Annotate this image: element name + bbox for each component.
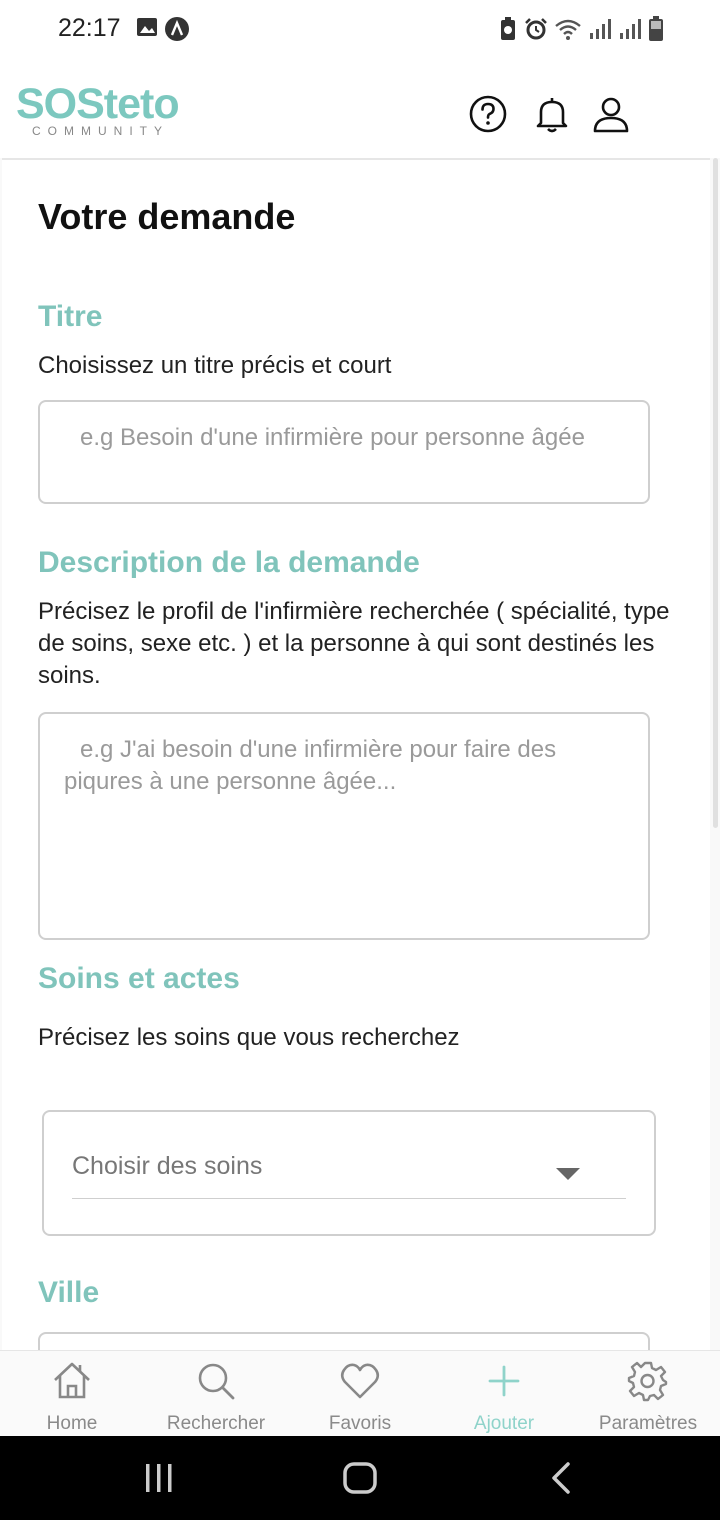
help-button[interactable]	[466, 92, 510, 136]
titre-placeholder: e.g Besoin d'une infirmière pour personn…	[80, 424, 585, 451]
titre-label: Titre	[38, 300, 103, 333]
scrollbar[interactable]	[713, 158, 718, 828]
system-nav-bar	[0, 1436, 720, 1520]
signal-icon	[620, 19, 641, 39]
nav-favorites[interactable]: Favoris	[288, 1351, 432, 1437]
soins-select[interactable]: Choisir des soins	[42, 1110, 656, 1236]
chevron-down-icon	[556, 1168, 580, 1180]
nav-favorites-label: Favoris	[328, 1413, 392, 1434]
soins-label: Soins et actes	[38, 962, 240, 995]
notifications-button[interactable]	[530, 92, 574, 136]
app-header: SOSteto COMMUNITY	[0, 60, 720, 158]
logo-subtext: COMMUNITY	[32, 124, 169, 138]
nav-search[interactable]: Rechercher	[144, 1351, 288, 1437]
bell-icon	[536, 98, 568, 133]
gear-icon	[627, 1361, 668, 1402]
nav-settings[interactable]: Paramètres	[576, 1351, 720, 1437]
signal-icon	[590, 19, 611, 39]
description-hint: Précisez le profil de l'infirmière reche…	[38, 598, 670, 689]
battery-icon	[649, 16, 663, 41]
app-icon	[164, 16, 190, 47]
description-label: Description de la demande	[38, 546, 420, 579]
status-icons	[498, 16, 664, 42]
ville-label: Ville	[38, 1276, 100, 1309]
logo[interactable]: SOSteto COMMUNITY	[16, 80, 180, 138]
back-icon[interactable]	[546, 1460, 576, 1496]
plus-icon	[488, 1365, 520, 1397]
titre-hint: Choisissez un titre précis et court	[38, 352, 392, 379]
battery-saver-icon	[501, 17, 515, 40]
nav-home[interactable]: Home	[0, 1351, 144, 1437]
select-underline	[72, 1198, 626, 1199]
description-textarea[interactable]: e.g J'ai besoin d'une infirmière pour fa…	[38, 712, 650, 940]
nav-search-label: Rechercher	[166, 1413, 266, 1434]
bottom-nav: Home Rechercher Favoris Ajouter Paramètr…	[0, 1350, 720, 1436]
logo-text: SOSteto	[16, 80, 180, 128]
nav-settings-label: Paramètres	[598, 1413, 698, 1434]
request-form: Votre demande Titre Choisissez un titre …	[2, 158, 710, 1372]
user-icon	[593, 97, 629, 133]
image-icon	[136, 16, 158, 43]
page-title: Votre demande	[38, 196, 296, 237]
nav-add[interactable]: Ajouter	[432, 1351, 576, 1437]
nav-home-label: Home	[46, 1413, 98, 1434]
description-placeholder: e.g J'ai besoin d'une infirmière pour fa…	[64, 736, 557, 795]
content-area: Votre demande Titre Choisissez un titre …	[0, 158, 720, 1372]
titre-input[interactable]: e.g Besoin d'une infirmière pour personn…	[38, 400, 650, 504]
home-nav-icon[interactable]	[340, 1460, 380, 1496]
soins-hint: Précisez les soins que vous recherchez	[38, 1024, 460, 1051]
home-icon	[54, 1362, 90, 1399]
status-time: 22:17	[58, 14, 121, 42]
alarm-icon	[525, 18, 547, 40]
search-icon	[198, 1363, 235, 1400]
help-icon	[469, 95, 507, 133]
wifi-icon	[555, 19, 581, 40]
nav-add-label: Ajouter	[473, 1413, 535, 1434]
status-bar: 22:17	[0, 0, 720, 60]
soins-select-placeholder: Choisir des soins	[72, 1152, 263, 1180]
heart-icon	[340, 1363, 380, 1399]
recent-apps-icon[interactable]	[142, 1460, 176, 1496]
profile-button[interactable]	[589, 92, 633, 136]
